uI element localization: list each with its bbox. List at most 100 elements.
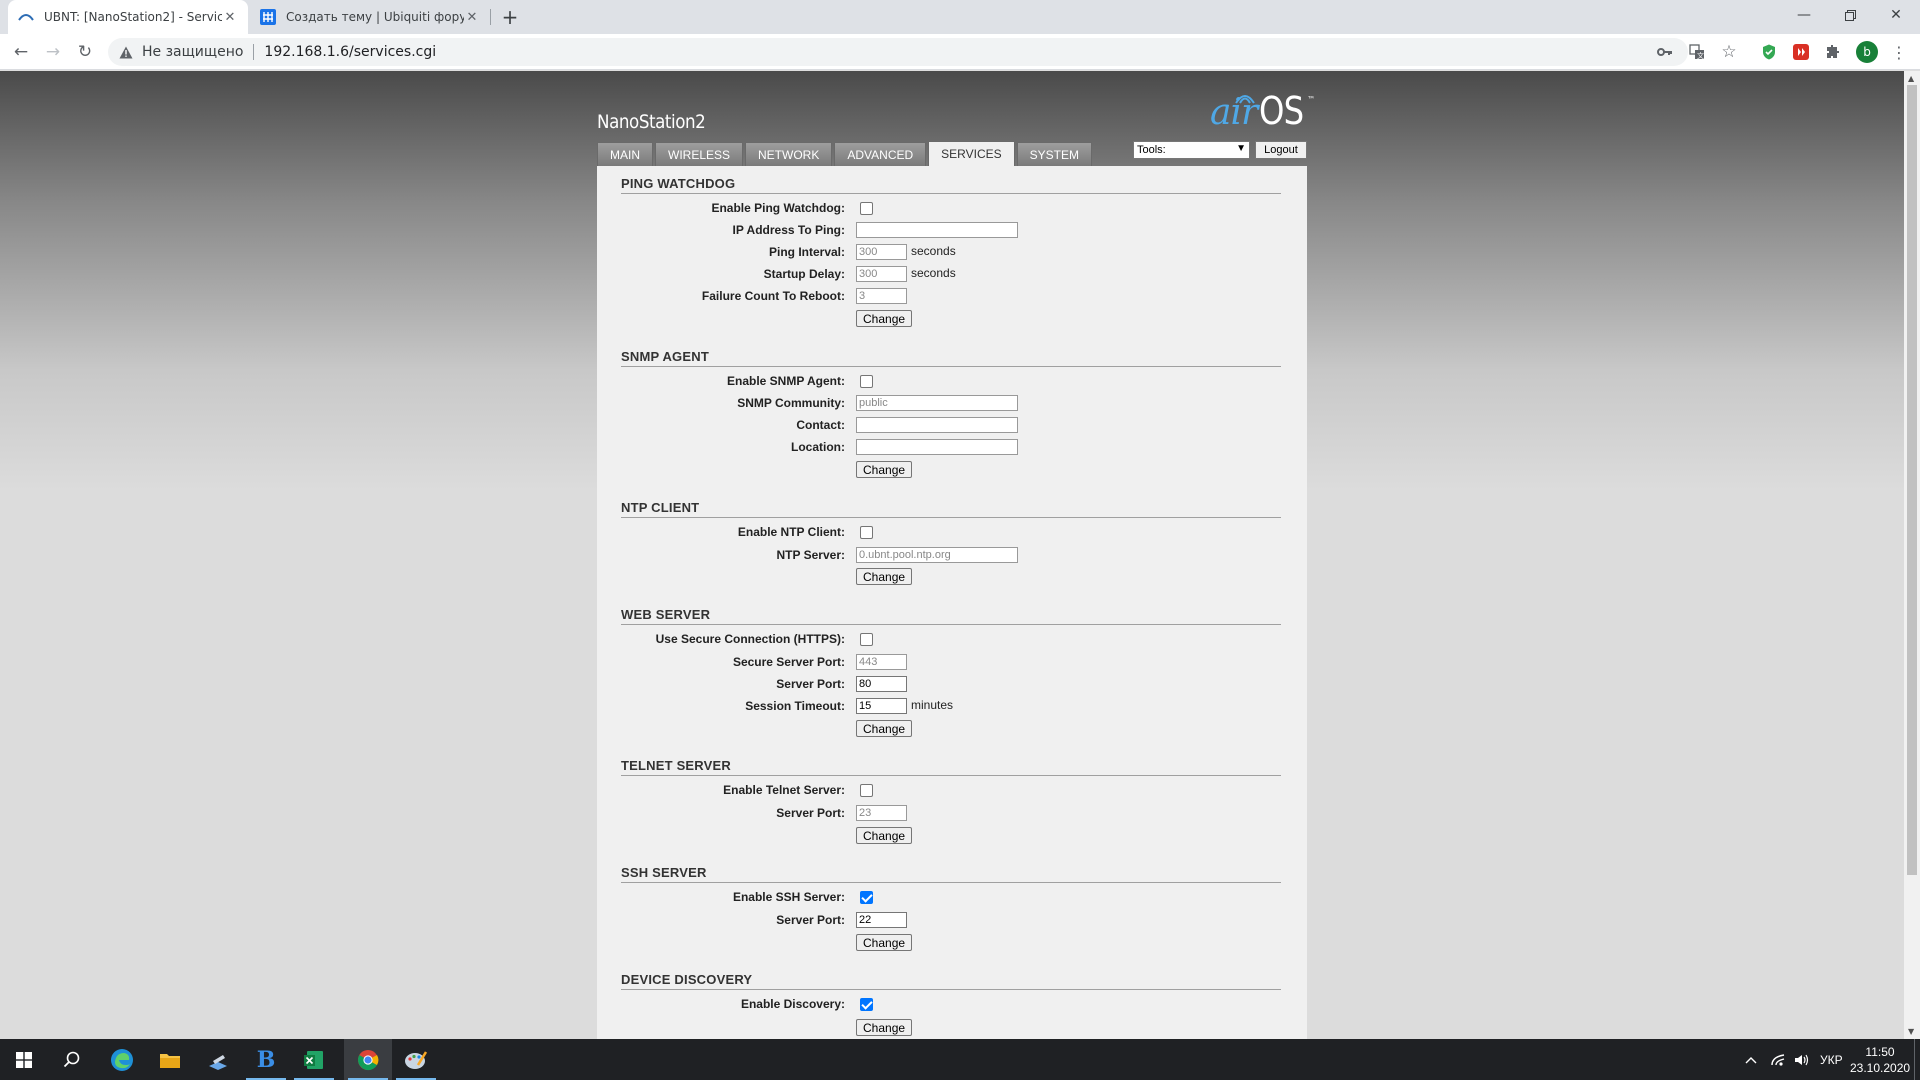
windows-start-icon[interactable] [0,1039,48,1080]
forum-favicon-icon [260,9,276,25]
shield-extension-icon[interactable] [1760,43,1778,61]
enable-telnet-label: Enable Telnet Server: [723,783,845,797]
secure-server-port-input[interactable]: 443 [856,654,907,670]
ntp-change-button[interactable]: Change [856,568,913,585]
back-arrow-icon[interactable]: ← [8,39,34,65]
enable-snmp-agent-label: Enable SNMP Agent: [726,374,845,388]
forward-arrow-icon[interactable]: → [40,39,66,65]
scroll-up-arrow-icon[interactable]: ▲ [1908,74,1914,83]
location-input[interactable] [856,439,1018,455]
tab-network[interactable]: NETWORK [745,142,833,166]
use-https-checkbox[interactable] [860,633,873,646]
close-tab-icon[interactable]: ✕ [222,10,238,25]
enable-ssh-label: Enable SSH Server: [732,890,845,904]
logo-os-text: OS [1259,89,1304,133]
profile-avatar[interactable]: b [1856,41,1878,63]
failure-count-input[interactable]: 3 [856,288,907,304]
discovery-change-button[interactable]: Change [856,1019,913,1036]
edge-browser-icon[interactable] [98,1039,146,1080]
keyboard-language-indicator[interactable]: УКР [1820,1039,1843,1080]
new-tab-button[interactable]: + [498,5,522,29]
browser-tab-ubnt-services[interactable]: UBNT: [NanoStation2] - Services ✕ [8,0,248,34]
file-explorer-icon[interactable] [146,1039,194,1080]
close-window-icon[interactable]: ✕ [1873,0,1919,30]
session-timeout-input[interactable]: 15 [856,698,907,714]
ntp-server-input[interactable]: 0.ubnt.pool.ntp.org [856,547,1018,563]
scroll-down-arrow-icon[interactable]: ▼ [1908,1027,1914,1036]
ntp-server-label: NTP Server: [776,548,845,562]
url-text[interactable]: 192.168.1.6/services.cgi [264,44,436,60]
show-desktop-strip[interactable] [1914,1039,1915,1080]
section-divider [621,624,1281,625]
not-secure-warning-icon[interactable] [118,46,134,59]
bookmark-star-icon[interactable]: ☆ [1720,42,1738,62]
ssh-change-button[interactable]: Change [856,934,913,951]
search-icon[interactable] [48,1039,96,1080]
startup-delay-input[interactable]: 300 [856,266,907,282]
paint-app-icon[interactable] [392,1039,440,1080]
enable-ping-watchdog-label: Enable Ping Watchdog: [711,201,845,215]
ping-interval-input[interactable]: 300 [856,244,907,260]
red-extension-icon[interactable] [1792,43,1810,61]
web-server-change-button[interactable]: Change [856,720,913,737]
ping-watchdog-change-button[interactable]: Change [856,310,913,327]
snmp-community-input[interactable]: public [856,395,1018,411]
enable-telnet-checkbox[interactable] [860,784,873,797]
ping-interval-unit: seconds [911,244,956,258]
close-tab-icon[interactable]: ✕ [464,10,480,25]
b-app-icon[interactable]: B [242,1039,290,1080]
network-tool-icon[interactable] [194,1039,242,1080]
web-server-port-input[interactable]: 80 [856,676,907,692]
enable-ntp-client-checkbox[interactable] [860,526,873,539]
enable-snmp-agent-checkbox[interactable] [860,375,873,388]
chrome-icon[interactable] [344,1039,392,1080]
wifi-icon[interactable] [1770,1039,1786,1080]
tools-dropdown-value: Tools: [1137,144,1166,156]
tab-wireless[interactable]: WIRELESS [655,142,744,166]
security-label[interactable]: Не защищено [142,44,243,60]
excel-icon[interactable] [290,1039,338,1080]
enable-ping-watchdog-checkbox[interactable] [860,202,873,215]
page-scrollbar[interactable]: ▲ ▼ [1904,71,1920,1039]
restore-window-icon[interactable] [1827,0,1873,30]
section-divider [621,882,1281,883]
logout-button[interactable]: Logout [1255,141,1307,159]
telnet-port-label: Server Port: [776,806,845,820]
show-hidden-icons-icon[interactable] [1745,1039,1757,1080]
key-icon[interactable] [1656,43,1674,61]
address-bar[interactable]: Не защищено 192.168.1.6/services.cgi [108,38,1688,66]
translate-icon[interactable]: 文 [1688,43,1706,61]
telnet-port-input[interactable]: 23 [856,805,907,821]
tab-services[interactable]: SERVICES [928,141,1015,166]
section-divider [621,366,1281,367]
browser-tab-ubiquiti-forum[interactable]: Создать тему | Ubiquiti форум U ✕ [250,0,490,34]
ip-address-to-ping-input[interactable] [856,222,1018,238]
contact-input[interactable] [856,417,1018,433]
browser-menu-icon[interactable]: ⋮ [1890,43,1908,62]
reload-icon[interactable]: ↻ [72,39,98,65]
snmp-change-button[interactable]: Change [856,461,913,478]
taskbar-clock[interactable]: 11:50 23.10.2020 [1850,1044,1910,1076]
enable-ssh-checkbox[interactable] [860,891,873,904]
scrollbar-thumb[interactable] [1907,85,1917,875]
telnet-change-button[interactable]: Change [856,827,913,844]
tab-advanced[interactable]: ADVANCED [834,142,927,166]
section-divider [621,193,1281,194]
volume-icon[interactable] [1794,1039,1810,1080]
tools-dropdown[interactable]: Tools: ▼ [1133,141,1250,159]
section-title-telnet-server: TELNET SERVER [621,758,731,773]
ssh-port-label: Server Port: [776,913,845,927]
device-name: NanoStation2 [597,111,706,133]
ssh-port-input[interactable]: 22 [856,912,907,928]
minimize-window-icon[interactable]: — [1781,0,1827,30]
tab-main[interactable]: MAIN [597,142,653,166]
startup-delay-label: Startup Delay: [763,267,845,281]
logo-trademark: ™ [1307,95,1316,104]
section-title-ssh-server: SSH SERVER [621,865,707,880]
browser-tab-strip: UBNT: [NanoStation2] - Services ✕ Создат… [0,0,1920,34]
enable-discovery-checkbox[interactable] [860,998,873,1011]
startup-delay-unit: seconds [911,266,956,280]
section-title-device-discovery: DEVICE DISCOVERY [621,972,753,987]
extensions-puzzle-icon[interactable] [1824,43,1842,61]
tab-system[interactable]: SYSTEM [1016,142,1092,166]
